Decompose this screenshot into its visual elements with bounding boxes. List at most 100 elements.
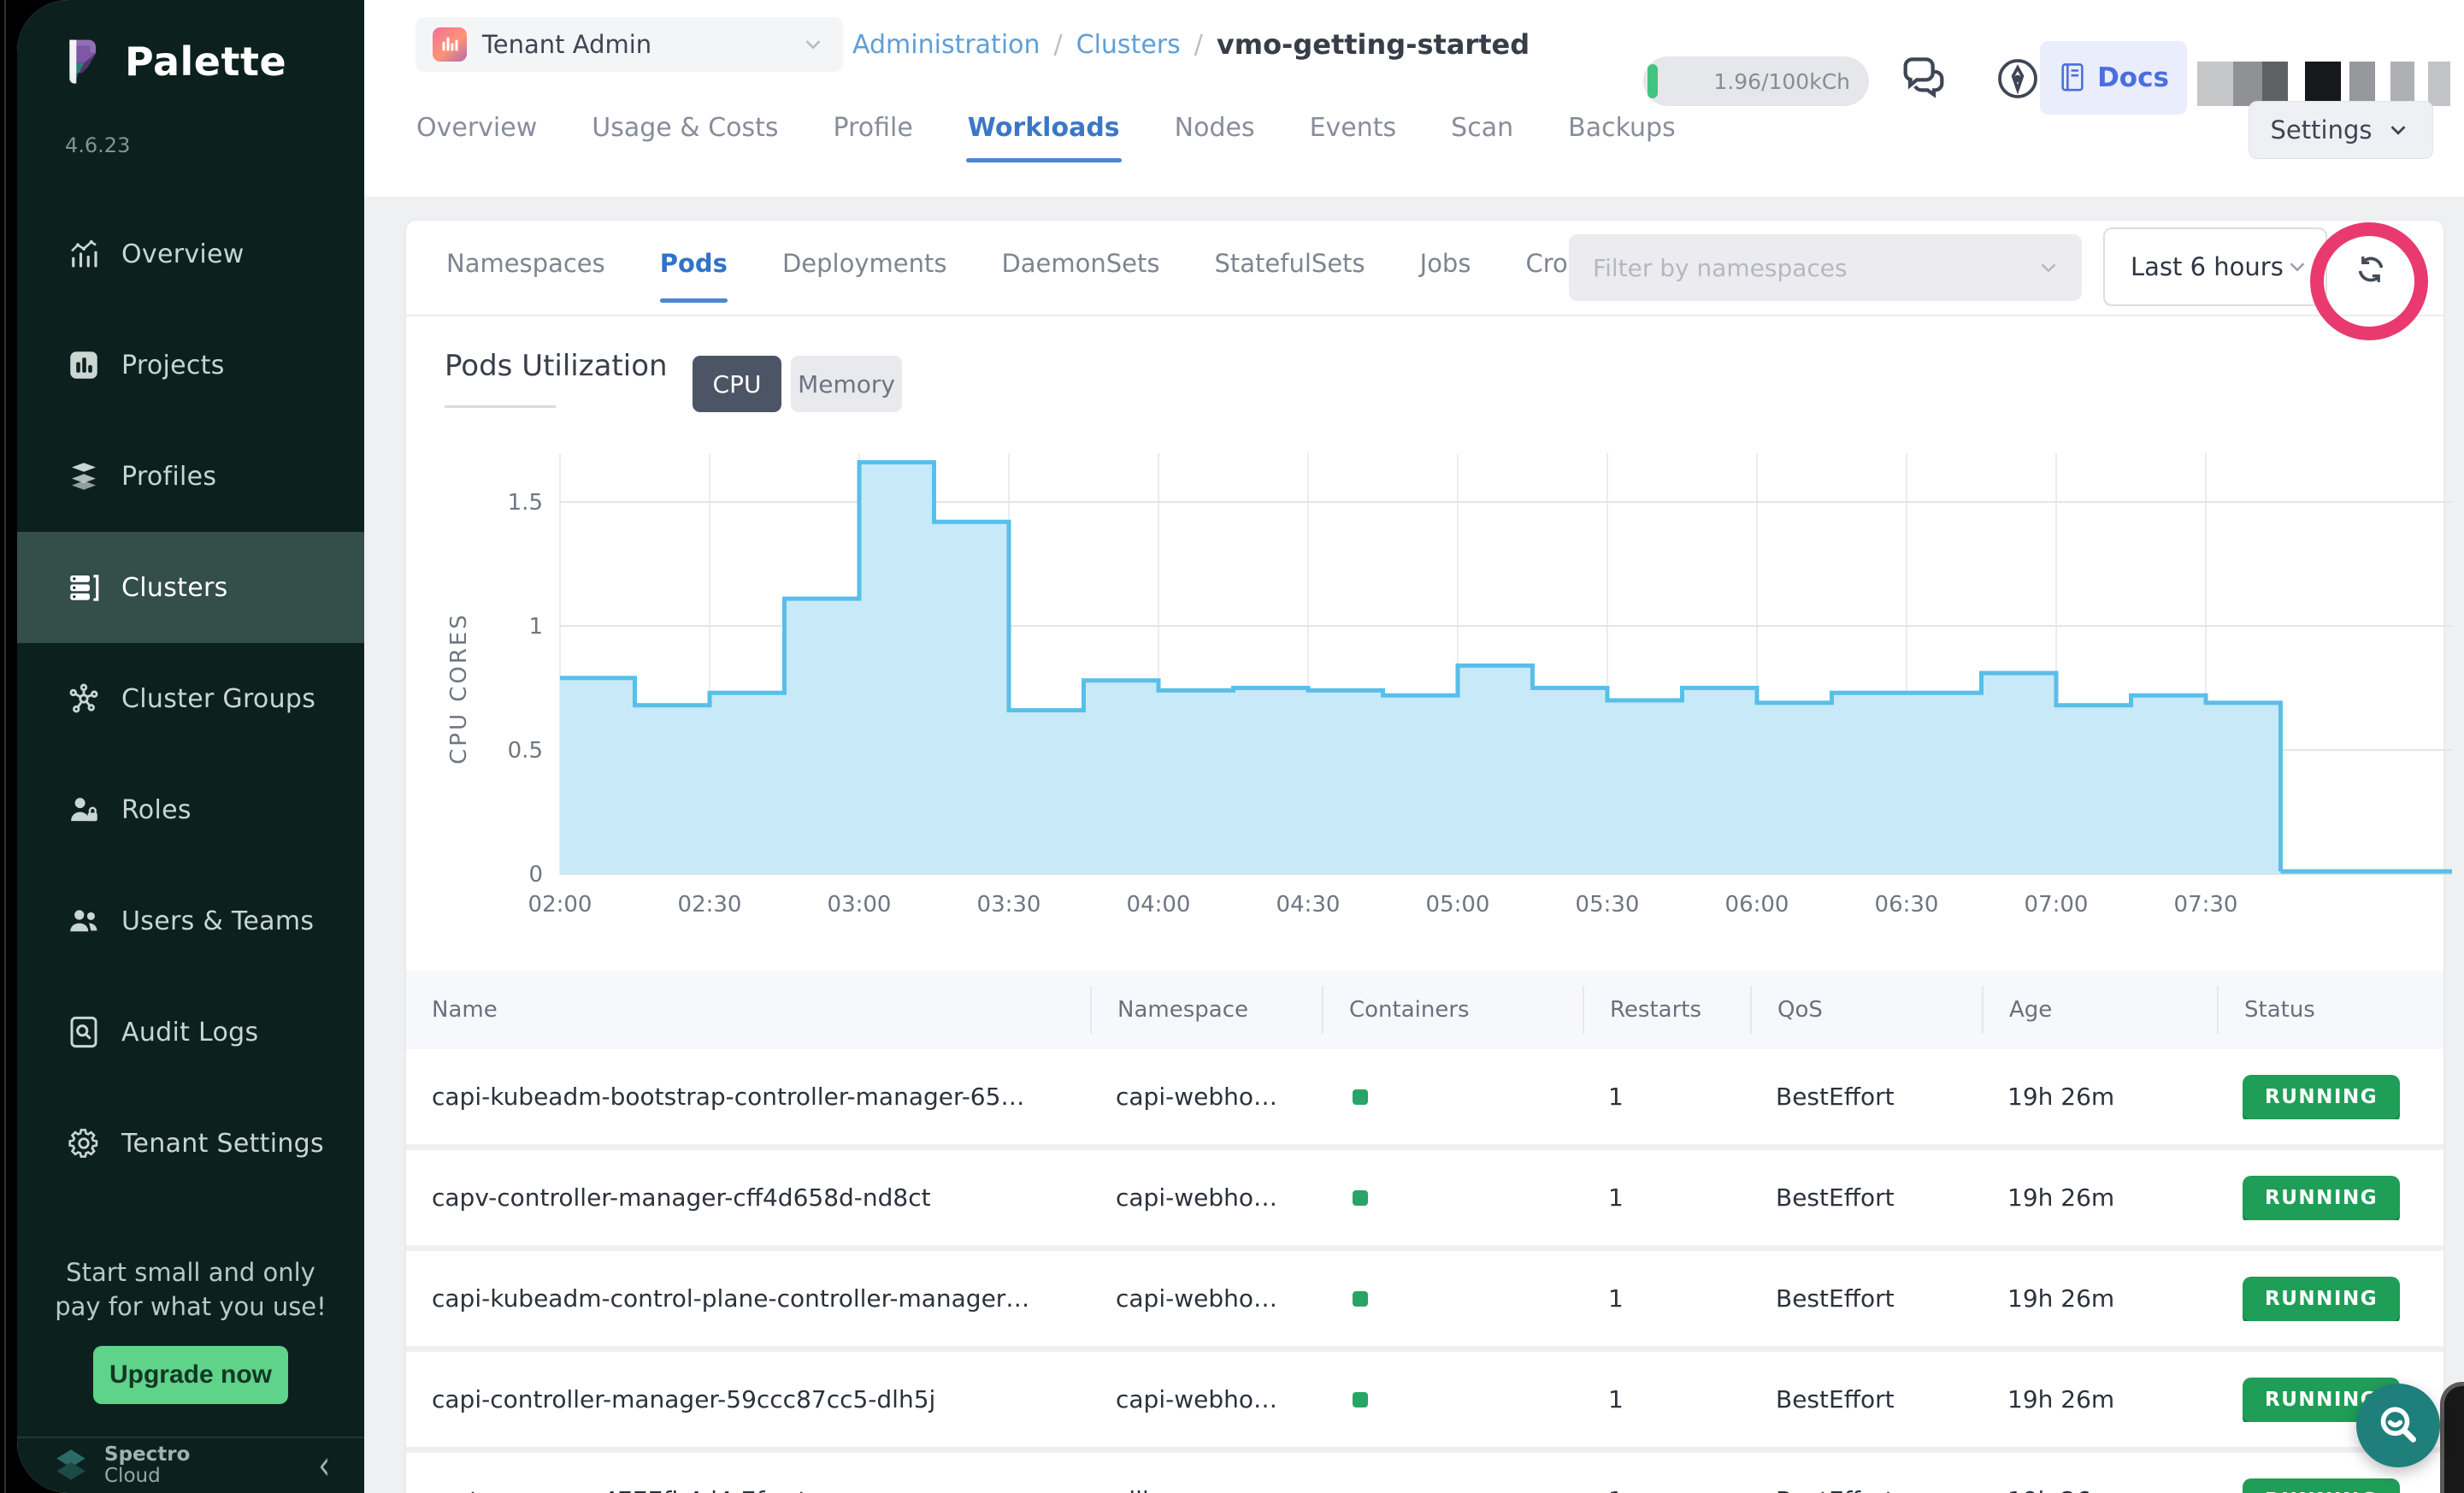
table-row[interactable]: capi-kubeadm-bootstrap-controller-manage… bbox=[406, 1049, 2443, 1144]
svg-text:03:30: 03:30 bbox=[977, 892, 1041, 918]
svg-text:04:00: 04:00 bbox=[1127, 892, 1191, 918]
chat-feedback-icon[interactable] bbox=[1896, 51, 1951, 109]
chevron-down-icon bbox=[800, 32, 826, 57]
namespace-filter-placeholder: Filter by namespaces bbox=[1593, 254, 1848, 282]
namespace-filter-input[interactable]: Filter by namespaces bbox=[1569, 234, 2082, 301]
svg-text:1: 1 bbox=[528, 614, 543, 640]
column-header-namespace[interactable]: Namespace bbox=[1090, 986, 1322, 1034]
chevron-down-icon bbox=[2284, 254, 2310, 280]
table-row[interactable]: capi-controller-manager-59ccc87cc5-dlh5j… bbox=[406, 1352, 2443, 1447]
container-status-square bbox=[1353, 1190, 1368, 1206]
time-range-select[interactable]: Last 6 hours bbox=[2103, 227, 2327, 306]
pod-age: 19h 26m bbox=[1982, 1083, 2217, 1111]
table-row[interactable]: cert-manager-4777fb4d4-7fwvtcilium…1Best… bbox=[406, 1453, 2443, 1493]
pod-status: RUNNING bbox=[2217, 1176, 2443, 1220]
settings-button[interactable]: Settings bbox=[2249, 101, 2433, 159]
subtab-jobs[interactable]: Jobs bbox=[1420, 221, 1471, 306]
tab-scan[interactable]: Scan bbox=[1451, 94, 1513, 161]
svg-text:02:00: 02:00 bbox=[528, 892, 592, 918]
pod-name: capi-kubeadm-bootstrap-controller-manage… bbox=[406, 1083, 1090, 1111]
tab-profile[interactable]: Profile bbox=[834, 94, 913, 161]
cpu-toggle-button[interactable]: CPU bbox=[693, 356, 781, 412]
column-header-containers[interactable]: Containers bbox=[1322, 986, 1583, 1034]
sidebar-item-users-teams[interactable]: Users & Teams bbox=[17, 865, 364, 977]
subtab-pods[interactable]: Pods bbox=[660, 221, 728, 306]
tab-events[interactable]: Events bbox=[1310, 94, 1397, 161]
pod-namespace: capi-webho… bbox=[1090, 1183, 1322, 1212]
time-range-value: Last 6 hours bbox=[2131, 252, 2284, 281]
memory-toggle-button[interactable]: Memory bbox=[791, 356, 902, 412]
tab-nodes[interactable]: Nodes bbox=[1175, 94, 1255, 161]
sidebar-item-tenant-settings[interactable]: Tenant Settings bbox=[17, 1088, 364, 1199]
tenant-scope-selector[interactable]: Tenant Admin bbox=[416, 17, 843, 72]
tab-workloads[interactable]: Workloads bbox=[968, 94, 1120, 161]
main-area: Tenant Admin Administration/Clusters/vmo… bbox=[364, 0, 2464, 1493]
app-version: 4.6.23 bbox=[65, 133, 130, 157]
table-header: NameNamespaceContainersRestartsQoSAgeSta… bbox=[406, 971, 2443, 1049]
clusters-icon bbox=[65, 569, 103, 606]
roles-icon bbox=[65, 791, 103, 829]
book-icon bbox=[2058, 62, 2087, 94]
breadcrumb: Administration/Clusters/vmo-getting-star… bbox=[852, 0, 1530, 89]
sidebar-item-profiles[interactable]: Profiles bbox=[17, 421, 364, 532]
tab-overview[interactable]: Overview bbox=[416, 94, 537, 161]
status-badge: RUNNING bbox=[2243, 1176, 2400, 1220]
support-chat-button[interactable] bbox=[2356, 1384, 2440, 1467]
column-header-qos[interactable]: QoS bbox=[1750, 986, 1982, 1034]
subtab-namespaces[interactable]: Namespaces bbox=[446, 221, 605, 306]
docs-button[interactable]: Docs bbox=[2040, 41, 2187, 115]
svg-text:04:30: 04:30 bbox=[1276, 892, 1341, 918]
column-header-restarts[interactable]: Restarts bbox=[1583, 986, 1750, 1034]
subtab-statefulsets[interactable]: StatefulSets bbox=[1215, 221, 1365, 306]
container-status-square bbox=[1353, 1291, 1368, 1307]
redacted-block bbox=[2375, 62, 2390, 106]
profiles-icon bbox=[65, 457, 103, 495]
redacted-block bbox=[2341, 62, 2349, 106]
sidebar-item-roles[interactable]: Roles bbox=[17, 754, 364, 865]
svg-text:07:00: 07:00 bbox=[2025, 892, 2089, 918]
palette-logo[interactable]: Palette bbox=[55, 34, 286, 89]
column-header-status[interactable]: Status bbox=[2217, 986, 2443, 1034]
pod-name: capi-kubeadm-control-plane-controller-ma… bbox=[406, 1284, 1090, 1313]
breadcrumb-link[interactable]: Clusters bbox=[1076, 30, 1181, 60]
sidebar-item-cluster-groups[interactable]: Cluster Groups bbox=[17, 643, 364, 754]
column-header-name[interactable]: Name bbox=[406, 986, 1090, 1034]
compass-explore-icon[interactable] bbox=[1994, 55, 2042, 106]
redacted-user-info bbox=[2197, 62, 2450, 106]
column-header-age[interactable]: Age bbox=[1982, 986, 2217, 1034]
sidebar-item-label: Users & Teams bbox=[121, 906, 314, 936]
usage-quota-pill[interactable]: 1.96/100kCh bbox=[1643, 56, 1869, 106]
sidebar-item-overview[interactable]: Overview bbox=[17, 198, 364, 310]
projects-icon bbox=[65, 346, 103, 384]
table-row[interactable]: capi-kubeadm-control-plane-controller-ma… bbox=[406, 1251, 2443, 1346]
sidebar-collapse-chevron[interactable]: ‹ bbox=[318, 1442, 330, 1490]
subtab-deployments[interactable]: Deployments bbox=[782, 221, 947, 306]
table-row[interactable]: capv-controller-manager-cff4d658d-nd8ctc… bbox=[406, 1150, 2443, 1245]
refresh-button[interactable] bbox=[2340, 243, 2402, 296]
chevron-down-icon bbox=[2036, 255, 2061, 280]
app-name: Palette bbox=[125, 38, 286, 85]
breadcrumb-separator: / bbox=[1054, 30, 1063, 60]
pod-qos: BestEffort bbox=[1750, 1284, 1982, 1313]
tab-usage-costs[interactable]: Usage & Costs bbox=[592, 94, 778, 161]
upgrade-now-button[interactable]: Upgrade now bbox=[93, 1346, 288, 1404]
table-rows: capi-kubeadm-bootstrap-controller-manage… bbox=[406, 1049, 2443, 1493]
pod-containers bbox=[1322, 1284, 1583, 1313]
overview-icon bbox=[65, 235, 103, 273]
breadcrumb-link[interactable]: Administration bbox=[852, 30, 1040, 60]
chevron-down-icon bbox=[2385, 117, 2411, 143]
screen-edge-artifact bbox=[4, 0, 6, 1493]
svg-text:06:00: 06:00 bbox=[1725, 892, 1789, 918]
pod-qos: BestEffort bbox=[1750, 1385, 1982, 1413]
tab-backups[interactable]: Backups bbox=[1568, 94, 1676, 161]
pod-containers bbox=[1322, 1385, 1583, 1413]
subtab-daemonsets[interactable]: DaemonSets bbox=[1001, 221, 1159, 306]
upgrade-promo: Start small and only pay for what you us… bbox=[17, 1255, 364, 1404]
pod-restarts: 1 bbox=[1583, 1385, 1750, 1413]
container-status-square bbox=[1353, 1089, 1368, 1105]
svg-text:02:30: 02:30 bbox=[678, 892, 742, 918]
sidebar-item-projects[interactable]: Projects bbox=[17, 310, 364, 421]
sidebar-item-audit-logs[interactable]: Audit Logs bbox=[17, 977, 364, 1088]
sidebar-item-clusters[interactable]: Clusters bbox=[17, 532, 364, 643]
svg-text:06:30: 06:30 bbox=[1875, 892, 1939, 918]
